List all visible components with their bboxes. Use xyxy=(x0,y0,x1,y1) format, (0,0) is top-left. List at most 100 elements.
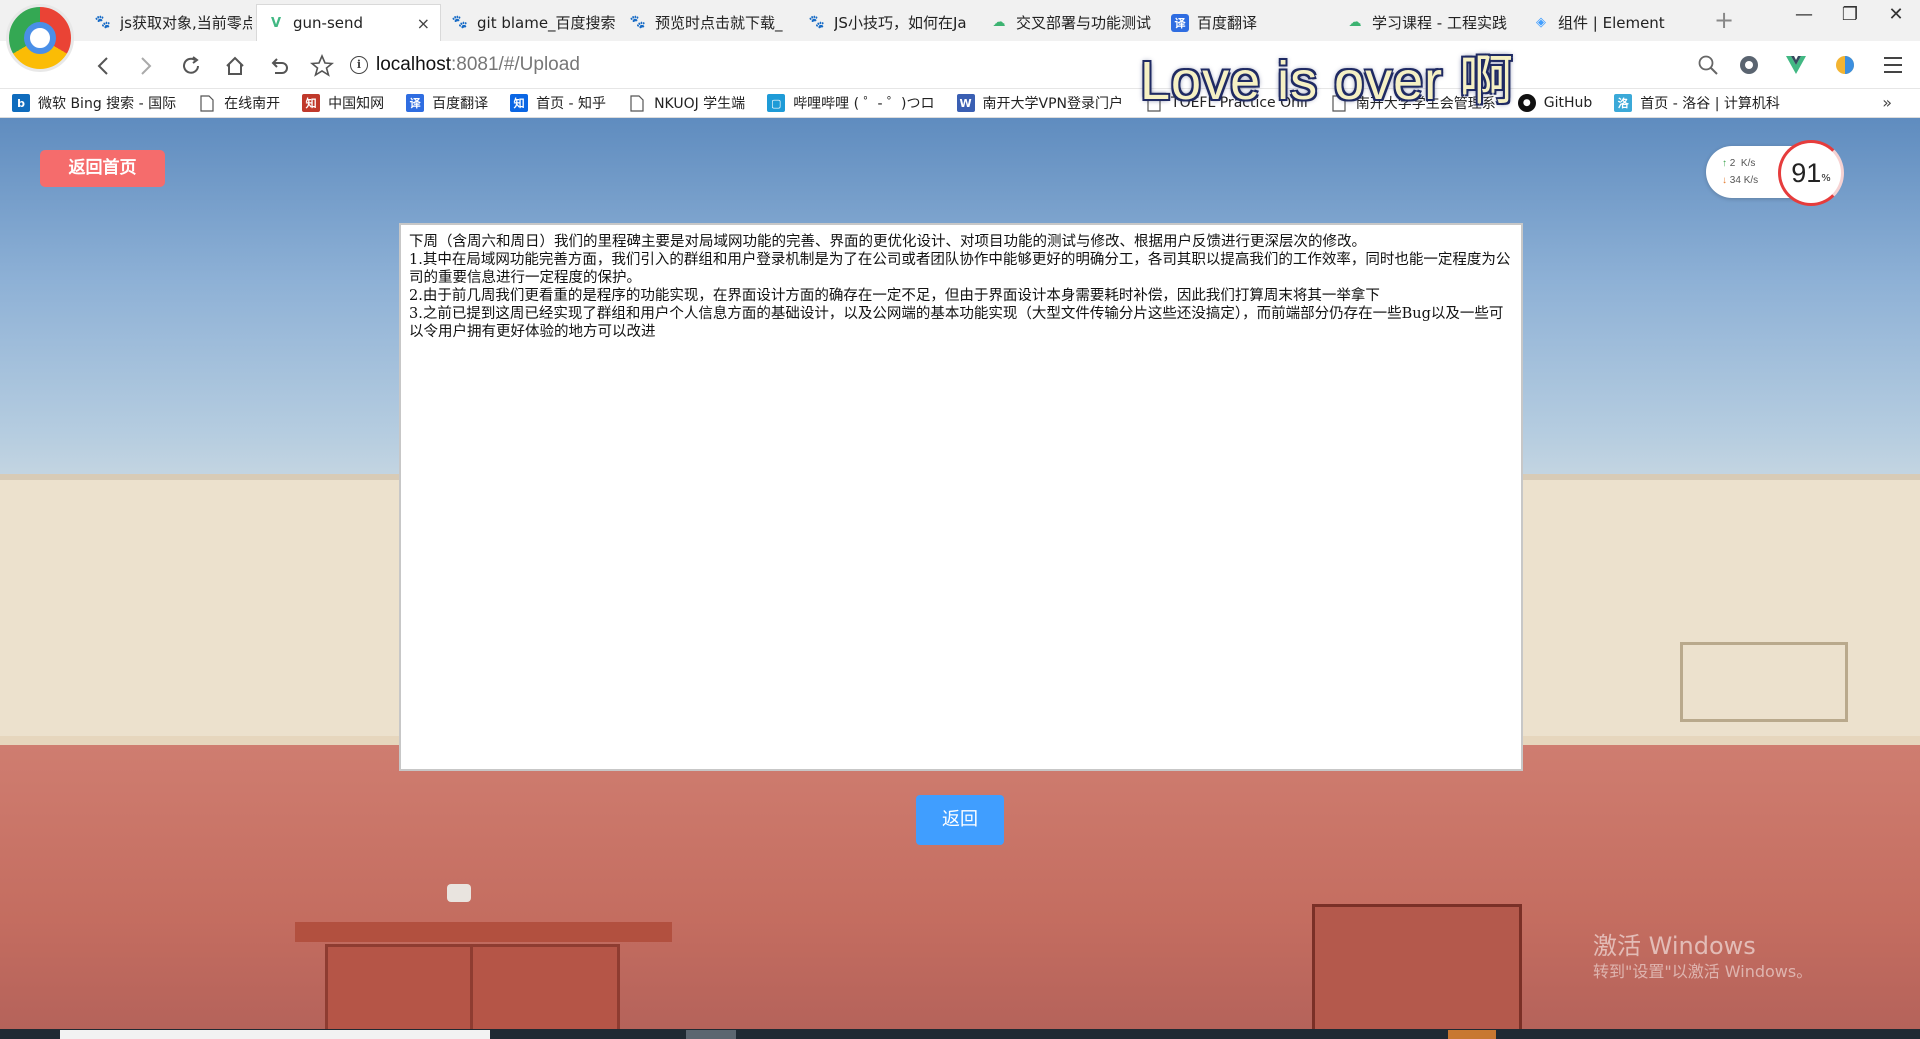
back-button[interactable]: 返回 xyxy=(916,795,1004,845)
bookmark-item[interactable]: 在线南开 xyxy=(198,93,280,113)
tab-2[interactable]: Vgun-send × xyxy=(256,4,441,41)
tab-label: 组件 | Element xyxy=(1558,14,1665,32)
search-icon[interactable] xyxy=(1695,52,1721,78)
download-arrow-icon: ↓ xyxy=(1722,175,1727,186)
upload-page: 返回首页 ↑ 2 K/s ↓ 34 K/s 91% 下周（含周六和周日）我们的里… xyxy=(0,118,1920,1029)
return-home-button[interactable]: 返回首页 xyxy=(40,150,165,187)
taskbar-search-box[interactable] xyxy=(60,1030,490,1039)
vue-devtools-icon[interactable] xyxy=(1783,52,1809,78)
bookmark-item[interactable]: 洛首页 - 洛谷 | 计算机科 xyxy=(1614,93,1780,113)
github-icon: ● xyxy=(1517,94,1536,112)
cloud-icon: ☁ xyxy=(1348,15,1362,30)
new-tab-button[interactable]: + xyxy=(1714,6,1734,34)
tab-label: 交叉部署与功能测试 xyxy=(1016,14,1152,32)
zhihu-icon: 知 xyxy=(510,94,529,112)
translate-icon: 译 xyxy=(406,94,425,112)
bookmark-label: 在线南开 xyxy=(224,96,281,112)
bookmark-star-icon[interactable] xyxy=(307,51,337,81)
background-door-frame xyxy=(295,922,672,942)
bookmark-item[interactable]: ● GitHub xyxy=(1517,94,1593,112)
bookmark-item[interactable]: 译百度翻译 xyxy=(406,93,488,113)
bookmark-item[interactable]: W 南开大学VPN登录门户 xyxy=(956,93,1124,113)
tab-label: 学习课程 - 工程实践 xyxy=(1372,14,1507,32)
upload-speed-unit: K/s xyxy=(1740,158,1756,169)
bookmark-label: GitHub xyxy=(1543,95,1593,111)
memory-usage-value: 91 xyxy=(1791,157,1822,188)
browser-logo-inner xyxy=(24,22,56,54)
paw-icon: 🐾 xyxy=(94,15,112,30)
back-nav-icon[interactable] xyxy=(88,51,118,81)
network-speed-widget[interactable]: ↑ 2 K/s ↓ 34 K/s 91% xyxy=(1706,140,1844,206)
bookmark-item[interactable]: b 微软 Bing 搜索 - 国际 xyxy=(12,93,176,113)
bookmark-label: 首页 - 知乎 xyxy=(536,96,607,112)
desktop-lyrics-overlay: Love is over 啊 xyxy=(1140,51,1515,111)
background-window xyxy=(1680,642,1848,722)
bookmark-label: 中国知网 xyxy=(328,96,385,112)
bookmarks-bar: b 微软 Bing 搜索 - 国际 在线南开知中国知网译百度翻译知首页 - 知乎 NK… xyxy=(0,89,1920,118)
cloud-icon: ☁ xyxy=(992,15,1006,30)
bookmark-label: 百度翻译 xyxy=(432,96,489,112)
tab-label: gun-send xyxy=(293,14,364,32)
bing-icon: b xyxy=(12,94,30,112)
bookmark-label: NKUOJ 学生端 xyxy=(654,96,746,112)
url-text[interactable]: localhost:8081/#/Upload xyxy=(376,54,580,76)
download-speed-unit: K/s xyxy=(1743,175,1759,186)
upload-speed-value: 2 xyxy=(1729,158,1736,169)
site-info-icon[interactable]: i xyxy=(350,56,368,74)
bookmark-list: b 微软 Bing 搜索 - 国际 在线南开知中国知网译百度翻译知首页 - 知乎 NK… xyxy=(12,93,1802,113)
extension-gear-icon[interactable] xyxy=(1736,52,1762,78)
tab-5[interactable]: 🐾 JS小技巧，如何在Ja xyxy=(798,4,980,41)
forward-nav-icon[interactable] xyxy=(131,51,161,81)
bookmark-label: 哔哩哔哩 ( ゜- ゜)つロ xyxy=(793,96,935,112)
bookmark-label: 南开大学VPN登录门户 xyxy=(982,96,1124,112)
background-door-divider xyxy=(470,944,473,1029)
undo-icon[interactable] xyxy=(264,51,294,81)
download-speed-value: 34 xyxy=(1729,175,1741,186)
memory-usage-unit: % xyxy=(1821,172,1831,184)
report-text: 下周（含周六和周日）我们的里程碑主要是对局域网功能的完善、界面的更优化设计、对项… xyxy=(409,234,1511,340)
translate-icon: 译 xyxy=(1171,13,1189,32)
background-light xyxy=(447,884,471,902)
page-icon xyxy=(628,94,646,112)
minimize-button[interactable]: — xyxy=(1782,4,1826,25)
tab-close-icon[interactable]: × xyxy=(417,14,430,33)
tab-3[interactable]: 🐾 git blame_百度搜索 xyxy=(441,4,619,41)
memory-usage-gauge[interactable]: 91% xyxy=(1778,140,1844,206)
url-path: :8081/#/Upload xyxy=(451,54,580,75)
close-window-button[interactable]: ✕ xyxy=(1874,4,1918,25)
bilibili-icon: ▢ xyxy=(767,94,786,112)
tab-label: 百度翻译 xyxy=(1197,14,1258,32)
tab-bar: 🐾 js获取对象,当前零点 Vgun-send × 🐾 git blame_百度搜索 🐾 预览… xyxy=(0,0,1920,41)
menu-icon[interactable] xyxy=(1880,52,1906,78)
bookmarks-more-button[interactable]: » xyxy=(1882,93,1892,112)
bookmark-label: 首页 - 洛谷 | 计算机科 xyxy=(1640,96,1780,112)
bookmark-item[interactable]: 知中国知网 xyxy=(302,93,384,113)
taskbar-app-button[interactable] xyxy=(1448,1030,1496,1039)
tab-9[interactable]: ◈ 组件 | Element xyxy=(1522,4,1702,41)
paw-icon: 🐾 xyxy=(629,15,647,30)
bookmark-item[interactable]: NKUOJ 学生端 xyxy=(628,93,745,113)
upload-arrow-icon: ↑ xyxy=(1722,158,1727,169)
tab-4[interactable]: 🐾 预览时点击就下载_ xyxy=(619,4,798,41)
tab-label: 预览时点击就下载_ xyxy=(655,14,783,32)
vpn-icon: W xyxy=(956,94,975,112)
background-wall-lower xyxy=(0,745,1920,1029)
reload-icon[interactable] xyxy=(176,51,206,81)
extension-shield-icon[interactable] xyxy=(1832,52,1858,78)
background-brick-patch xyxy=(1312,904,1522,1029)
home-nav-icon[interactable] xyxy=(220,51,250,81)
browser-logo-icon[interactable] xyxy=(6,4,74,72)
address-bar: i localhost:8081/#/Upload xyxy=(0,41,1920,89)
tab-1[interactable]: 🐾 js获取对象,当前零点 xyxy=(84,4,256,41)
download-speed: ↓ 34 K/s xyxy=(1722,175,1758,186)
tab-6[interactable]: ☁ 交叉部署与功能测试 xyxy=(980,4,1161,41)
bookmark-item[interactable]: ▢ 哔哩哔哩 ( ゜- ゜)つロ xyxy=(767,93,935,113)
restore-button[interactable]: ❐ xyxy=(1828,4,1872,25)
cnki-icon: 知 xyxy=(302,94,321,112)
taskbar-app-button[interactable] xyxy=(686,1030,736,1039)
tab-label: js获取对象,当前零点 xyxy=(120,14,252,32)
tab-label: JS小技巧，如何在Ja xyxy=(834,14,967,32)
activate-windows-subtitle: 转到"设置"以激活 Windows。 xyxy=(1593,962,1813,981)
report-textarea[interactable]: 下周（含周六和周日）我们的里程碑主要是对局域网功能的完善、界面的更优化设计、对项… xyxy=(399,223,1523,771)
bookmark-item[interactable]: 知首页 - 知乎 xyxy=(510,93,606,113)
